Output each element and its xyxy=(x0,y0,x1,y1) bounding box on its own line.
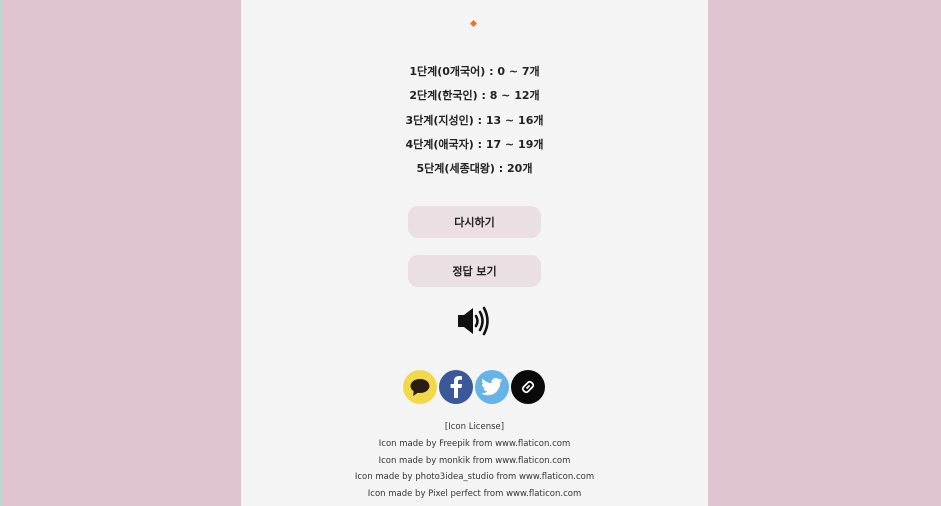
diamond-icon xyxy=(469,19,478,28)
window-edge xyxy=(0,0,2,506)
level-item-3: 3단계(지성인) : 13 ~ 16개 xyxy=(405,113,544,127)
license-line: Icon made by Freepik from www.flaticon.c… xyxy=(378,438,571,449)
share-buttons xyxy=(403,370,553,404)
kakaotalk-icon xyxy=(410,379,430,396)
twitter-share-button[interactable] xyxy=(475,370,509,404)
copy-link-button[interactable] xyxy=(511,370,545,404)
speaker-icon[interactable] xyxy=(457,305,491,337)
icon-license: [Icon License] Icon made by Freepik from… xyxy=(241,419,708,503)
kakaotalk-share-button[interactable] xyxy=(403,370,437,404)
twitter-icon xyxy=(481,378,503,396)
facebook-share-button[interactable] xyxy=(439,370,473,404)
link-icon xyxy=(521,380,535,394)
level-item-4: 4단계(애국자) : 17 ~ 19개 xyxy=(405,137,544,151)
license-line: Icon made by photo3idea_studio from www.… xyxy=(354,472,595,483)
license-title: [Icon License] xyxy=(444,422,505,432)
level-item-1: 1단계(0개국어) : 0 ~ 7개 xyxy=(409,65,540,78)
level-list: 1단계(0개국어) : 0 ~ 7개 2단계(한국인) : 8 ~ 12개 3단… xyxy=(241,60,708,181)
level-item-5: 5단계(세종대왕) : 20개 xyxy=(416,162,533,176)
license-line: Icon made by Pixel perfect from www.flat… xyxy=(367,489,582,500)
level-item-2: 2단계(한국인) : 8 ~ 12개 xyxy=(409,89,540,103)
facebook-icon xyxy=(450,376,462,398)
retry-button[interactable]: 다시하기 xyxy=(408,206,541,238)
show-answer-button[interactable]: 정답 보기 xyxy=(408,255,541,287)
license-line: Icon made by monkik from www.flaticon.co… xyxy=(378,455,571,466)
result-panel: 1단계(0개국어) : 0 ~ 7개 2단계(한국인) : 8 ~ 12개 3단… xyxy=(241,0,708,506)
